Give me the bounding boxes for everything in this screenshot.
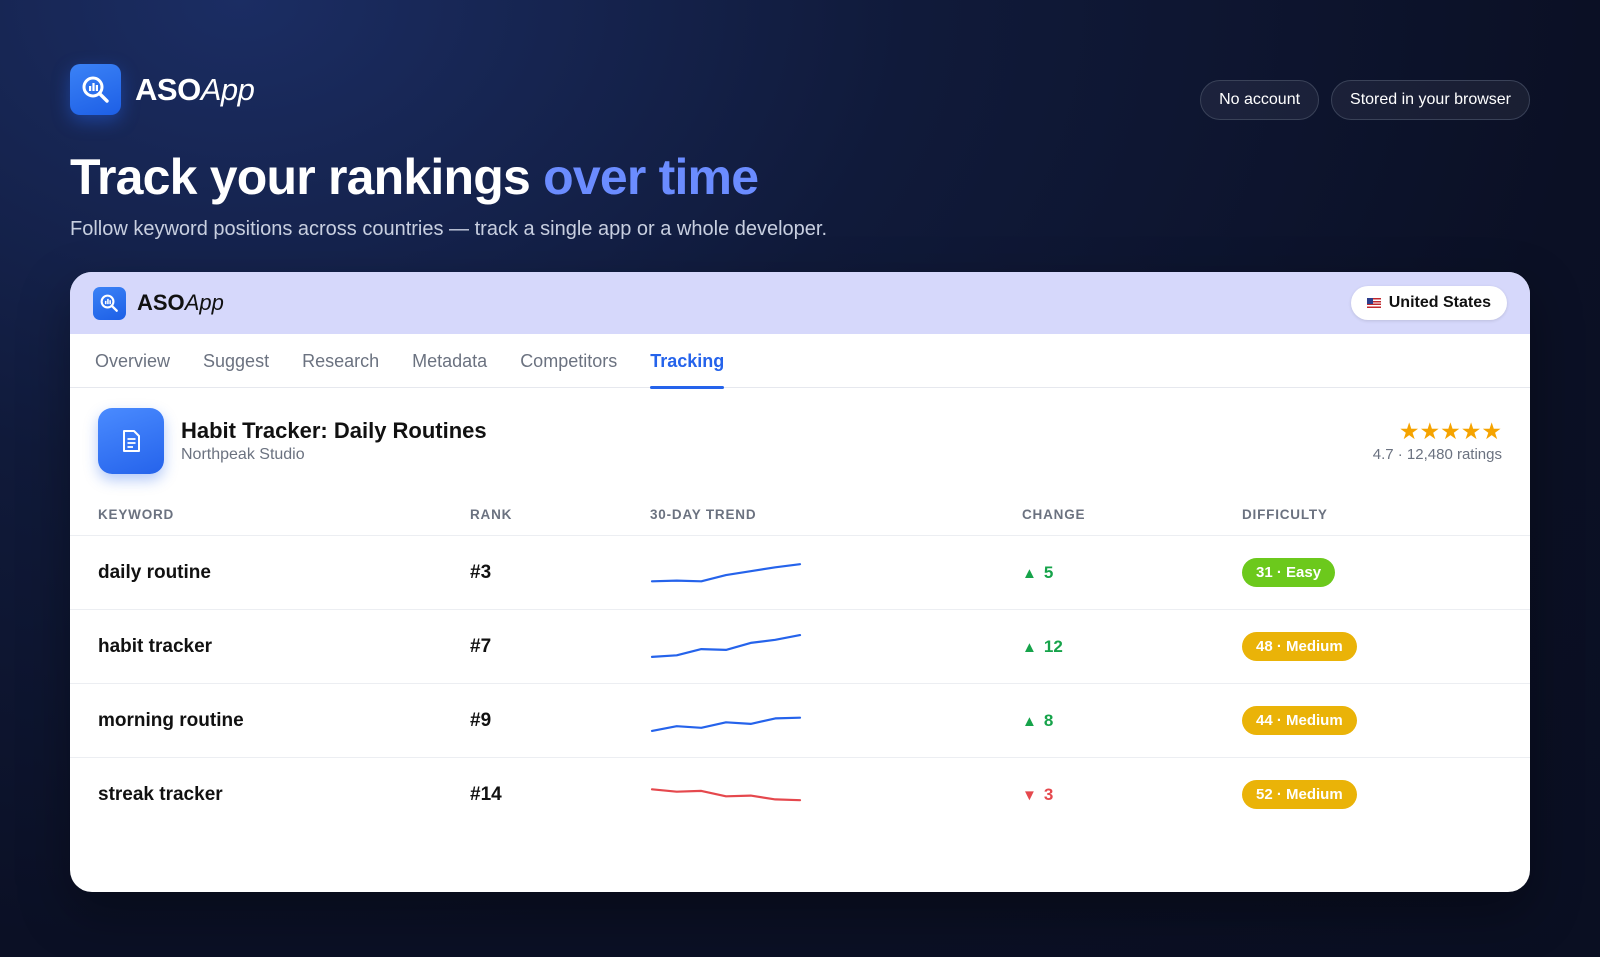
- table-row[interactable]: streak tracker #14 ▼ 3 52 · Medium: [70, 758, 1530, 832]
- trend-up-arrow-icon: ▲: [1022, 564, 1037, 582]
- rating-summary: 4.7 · 12,480 ratings: [1372, 446, 1502, 463]
- trend-sparkline: [650, 633, 802, 658]
- difficulty-badge: 48 · Medium: [1242, 632, 1357, 661]
- tab-research[interactable]: Research: [302, 334, 379, 388]
- trend-up-arrow-icon: ▲: [1022, 712, 1037, 730]
- table-header: KEYWORD RANK 30-DAY TREND CHANGE DIFFICU…: [70, 496, 1530, 536]
- headline-main: Track your rankings: [70, 149, 544, 205]
- difficulty-badge: 44 · Medium: [1242, 706, 1357, 735]
- trend-sparkline: [650, 788, 802, 802]
- col-trend: 30-DAY TREND: [650, 507, 757, 522]
- rank-cell: #9: [470, 710, 492, 731]
- col-difficulty: DIFFICULTY: [1242, 507, 1328, 522]
- rank-cell: #7: [470, 636, 492, 657]
- card-topbar: ASOApp United States: [70, 272, 1530, 334]
- tab-metadata[interactable]: Metadata: [412, 334, 487, 388]
- no-account-pill: No account: [1200, 80, 1320, 120]
- stored-in-browser-pill: Stored in your browser: [1331, 80, 1530, 120]
- change-value: 3: [1043, 785, 1054, 804]
- change-value: 12: [1043, 637, 1063, 656]
- app-developer: Northpeak Studio: [181, 446, 305, 463]
- card-brand-name: ASOApp: [137, 290, 224, 315]
- table-row[interactable]: morning routine #9 ▲ 8 44 · Medium: [70, 684, 1530, 758]
- col-change: CHANGE: [1022, 507, 1086, 522]
- app-summary: Habit Tracker: Daily Routines Northpeak …: [70, 388, 1530, 496]
- tab-overview[interactable]: Overview: [95, 334, 170, 388]
- table-body: daily routine #3 ▲ 5 31 · Easy habit trac…: [70, 536, 1530, 832]
- trend-sparkline: [650, 716, 802, 732]
- country-selector[interactable]: United States: [1350, 286, 1507, 320]
- col-keyword: KEYWORD: [98, 507, 175, 522]
- app-title: Habit Tracker: Daily Routines: [181, 418, 487, 443]
- trend-up-arrow-icon: ▲: [1022, 638, 1037, 656]
- change-cell: ▲ 5: [1022, 563, 1053, 583]
- col-rank: RANK: [470, 507, 513, 522]
- tab-tracking[interactable]: Tracking: [650, 334, 725, 389]
- country-label: United States: [1388, 294, 1491, 311]
- document-icon: [98, 408, 164, 474]
- brand-name: ASOApp: [135, 71, 255, 107]
- change-cell: ▲ 8: [1022, 711, 1053, 731]
- change-value: 5: [1043, 563, 1054, 582]
- table-row[interactable]: daily routine #3 ▲ 5 31 · Easy: [70, 536, 1530, 610]
- star-rating: ★★★★★: [1398, 418, 1502, 444]
- page-headline: Track your rankings over time: [70, 148, 759, 206]
- difficulty-badge: 52 · Medium: [1242, 780, 1357, 809]
- table-row[interactable]: habit tracker #7 ▲ 12 48 · Medium: [70, 610, 1530, 684]
- tab-suggest[interactable]: Suggest: [203, 334, 269, 388]
- trend-down-arrow-icon: ▼: [1022, 786, 1037, 804]
- brand-logo[interactable]: ASOApp: [70, 64, 255, 115]
- rank-cell: #14: [470, 784, 502, 805]
- magnifier-chart-icon: [70, 64, 121, 115]
- difficulty-badge: 31 · Easy: [1242, 558, 1336, 587]
- keyword-cell: streak tracker: [98, 784, 223, 805]
- us-flag-icon: [1366, 298, 1381, 308]
- rank-cell: #3: [470, 562, 492, 583]
- trend-sparkline: [650, 563, 802, 583]
- magnifier-chart-icon: [93, 286, 126, 320]
- change-cell: ▲ 12: [1022, 637, 1063, 657]
- nav-tabs: Overview Suggest Research Metadata Compe…: [70, 334, 1530, 389]
- top-header: ASOApp No account Stored in your browser: [70, 64, 1530, 120]
- page-subhead: Follow keyword positions across countrie…: [70, 218, 828, 240]
- keyword-cell: morning routine: [98, 710, 244, 731]
- app-preview-card: ASOApp United States Overview Suggest Re…: [70, 272, 1530, 892]
- change-cell: ▼ 3: [1022, 785, 1053, 805]
- header-pills: No account Stored in your browser: [1200, 80, 1530, 120]
- keyword-cell: habit tracker: [98, 636, 213, 657]
- tab-competitors[interactable]: Competitors: [520, 334, 617, 388]
- headline-accent: over time: [543, 149, 759, 205]
- change-value: 8: [1043, 711, 1054, 730]
- keyword-cell: daily routine: [98, 562, 211, 583]
